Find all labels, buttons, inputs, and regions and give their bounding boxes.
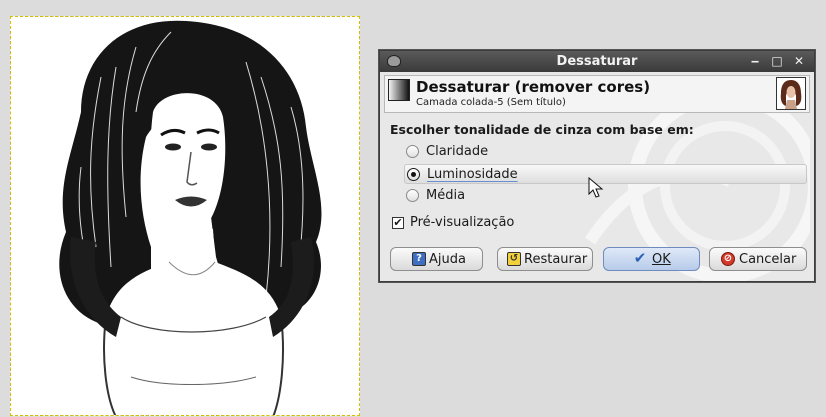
radio-luminosidade[interactable]: Luminosidade	[404, 164, 807, 184]
radio-media[interactable]: Média	[404, 186, 807, 206]
reset-button-label: Restaurar	[524, 252, 588, 267]
layer-icon	[388, 79, 410, 101]
close-icon[interactable]: ✕	[791, 53, 807, 69]
checkbox-label: Pré-visualização	[410, 215, 515, 230]
reset-button[interactable]: ↺ Restaurar	[497, 247, 593, 271]
radio-button[interactable]	[407, 168, 420, 181]
mouse-cursor-icon	[588, 177, 604, 198]
reset-icon: ↺	[507, 252, 521, 266]
section-label: Escolher tonalidade de cinza com base em…	[390, 122, 694, 137]
layer-thumbnail	[776, 77, 806, 110]
maximize-icon[interactable]: □	[769, 53, 785, 69]
radio-label: Luminosidade	[427, 167, 518, 182]
radio-label: Média	[426, 188, 466, 203]
radio-button[interactable]	[406, 145, 419, 158]
radio-label: Claridade	[426, 144, 489, 159]
cancel-button[interactable]: ⊘ Cancelar	[709, 247, 807, 271]
help-button-label: Ajuda	[429, 252, 466, 267]
preview-checkbox[interactable]: ✔ Pré-visualização	[390, 214, 550, 232]
image-canvas[interactable]	[10, 16, 360, 416]
help-icon: ?	[412, 252, 426, 266]
header-title: Dessaturar (remover cores)	[416, 78, 651, 96]
radio-button[interactable]	[406, 189, 419, 202]
ok-button-label: OK	[652, 252, 671, 267]
cancel-icon: ⊘	[721, 252, 735, 266]
minimize-icon[interactable]: ‒	[747, 53, 763, 69]
header-subtitle: Camada colada-5 (Sem título)	[416, 97, 566, 108]
desaturate-dialog: Dessaturar ‒ □ ✕ Dessaturar (remover cor…	[379, 50, 815, 282]
dialog-titlebar[interactable]: Dessaturar ‒ □ ✕	[380, 51, 814, 72]
help-button[interactable]: ? Ajuda	[390, 247, 483, 271]
ok-button[interactable]: ✔ OK	[603, 247, 700, 271]
checkbox[interactable]: ✔	[392, 217, 404, 229]
dialog-header: Dessaturar (remover cores) Camada colada…	[384, 75, 810, 113]
portrait-image	[59, 20, 322, 415]
checkmark-icon: ✔	[633, 249, 647, 267]
radio-claridade[interactable]: Claridade	[404, 142, 807, 162]
cancel-button-label: Cancelar	[739, 252, 797, 267]
